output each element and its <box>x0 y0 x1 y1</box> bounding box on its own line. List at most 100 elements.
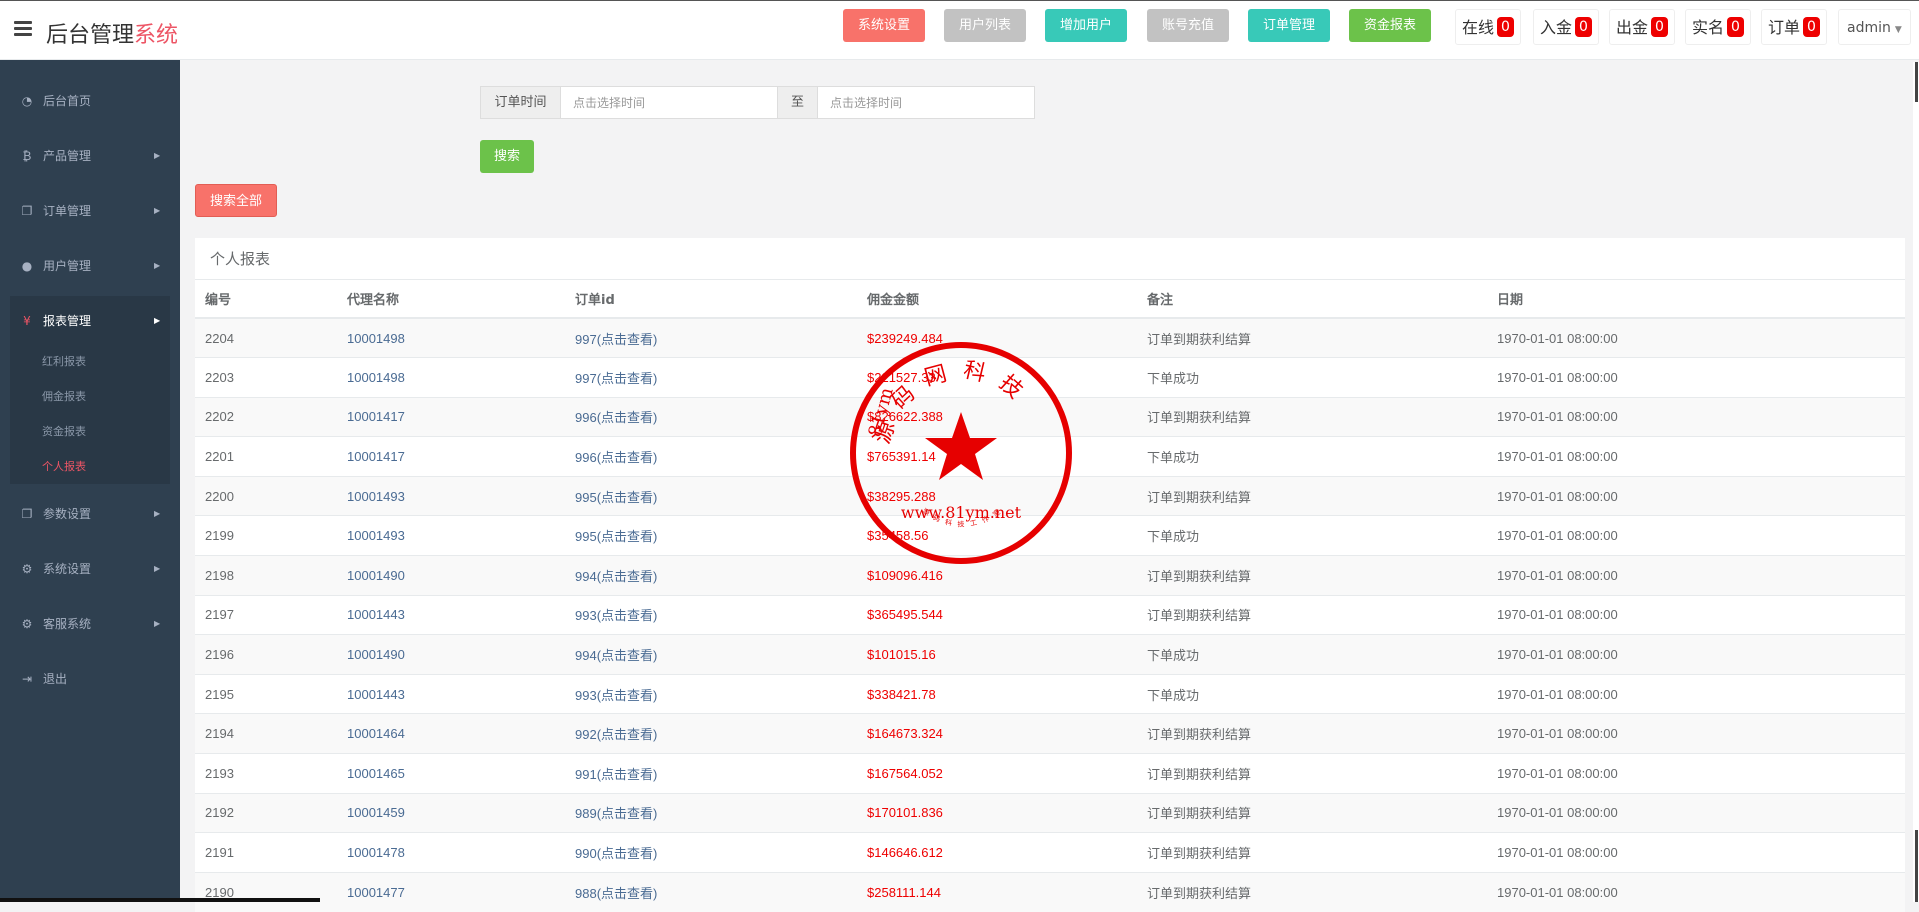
cell-order-link[interactable]: 993(点击查看) <box>565 594 857 635</box>
cell-order-link[interactable]: 990(点击查看) <box>565 832 857 873</box>
stat-label: 出金 <box>1616 18 1649 37</box>
cell-order-link[interactable]: 997(点击查看) <box>565 317 857 358</box>
stat-orders[interactable]: 订单 0 <box>1761 9 1827 45</box>
chevron-right-icon: ▶ <box>154 619 161 628</box>
cell-commission: $239249.484 <box>857 317 1137 358</box>
cell-agent: 10001498 <box>337 317 565 358</box>
cell-id: 2202 <box>195 396 337 437</box>
cell-date: 1970-01-01 08:00:00 <box>1487 436 1905 477</box>
cell-order-link[interactable]: 992(点击查看) <box>565 713 857 754</box>
end-date-input[interactable] <box>818 87 1034 118</box>
sidebar-item-home[interactable]: ◔ 后台首页 <box>0 86 180 116</box>
stat-badge: 0 <box>1575 17 1592 37</box>
cell-date: 1970-01-01 08:00:00 <box>1487 357 1905 398</box>
table-row: 2196 10001490 994(点击查看) $101015.16 下单成功 1970-… <box>195 634 1905 675</box>
sidebar-item-parameters[interactable]: ❐ 参数设置 ▶ <box>0 499 180 529</box>
sidebar-item-orders[interactable]: ❐ 订单管理 ▶ <box>0 196 180 226</box>
cell-commission: $765391.14 <box>857 436 1137 477</box>
end-date-field[interactable] <box>817 86 1035 119</box>
cell-remark: 下单成功 <box>1137 436 1487 477</box>
start-date-field[interactable] <box>560 86 778 119</box>
cell-id: 2198 <box>195 555 337 596</box>
menu-toggle-icon[interactable] <box>14 21 32 37</box>
report-table-body: 2204 10001498 997(点击查看) $239249.484 订单到期获利结算… <box>195 317 1905 912</box>
cell-commission: $109096.416 <box>857 555 1137 596</box>
stat-withdraw[interactable]: 出金 0 <box>1609 9 1675 45</box>
cell-date: 1970-01-01 08:00:00 <box>1487 475 1905 516</box>
cell-date: 1970-01-01 08:00:00 <box>1487 594 1905 635</box>
sidebar-item-customer-service[interactable]: ⚙ 客服系统 ▶ <box>0 609 180 639</box>
user-menu[interactable]: admin ▼ <box>1838 9 1911 45</box>
search-button[interactable]: 搜索 <box>480 140 534 173</box>
cell-remark: 下单成功 <box>1137 357 1487 398</box>
cell-order-link[interactable]: 994(点击查看) <box>565 555 857 596</box>
cell-remark: 订单到期获利结算 <box>1137 792 1487 833</box>
sidebar-item-users[interactable]: ● 用户管理 ▶ <box>0 251 180 281</box>
cell-order-link[interactable]: 991(点击查看) <box>565 753 857 794</box>
cell-remark: 订单到期获利结算 <box>1137 832 1487 873</box>
cell-remark: 订单到期获利结算 <box>1137 396 1487 437</box>
column-header-order-id: 订单id <box>565 280 857 319</box>
cell-order-link[interactable]: 997(点击查看) <box>565 357 857 398</box>
stat-badge: 0 <box>1803 17 1820 37</box>
cell-date: 1970-01-01 08:00:00 <box>1487 713 1905 754</box>
sidebar: ◔ 后台首页 ₿ 产品管理 ▶ ❐ 订单管理 ▶ ● 用户管理 ▶ ¥ 报表管理… <box>0 60 180 902</box>
cell-order-link[interactable]: 988(点击查看) <box>565 871 857 912</box>
cell-date: 1970-01-01 08:00:00 <box>1487 673 1905 714</box>
table-header-row: 编号 代理名称 订单id 佣金金额 备注 日期 <box>195 280 1905 319</box>
stat-online[interactable]: 在线 0 <box>1455 9 1521 45</box>
cell-date: 1970-01-01 08:00:00 <box>1487 396 1905 437</box>
sidebar-item-system-settings[interactable]: ⚙ 系统设置 ▶ <box>0 554 180 584</box>
chevron-right-icon: ▶ <box>154 261 161 270</box>
cell-agent: 10001490 <box>337 634 565 675</box>
table-row: 2194 10001464 992(点击查看) $164673.324 订单到期获利结算… <box>195 713 1905 754</box>
account-recharge-button[interactable]: 账号充值 <box>1147 9 1229 42</box>
cell-agent: 10001465 <box>337 753 565 794</box>
cell-agent: 10001464 <box>337 713 565 754</box>
cell-commission: $101015.16 <box>857 634 1137 675</box>
sidebar-item-reports[interactable]: ¥ 报表管理 ▶ <box>0 306 180 336</box>
cell-date: 1970-01-01 08:00:00 <box>1487 753 1905 794</box>
scrollbar-thumb[interactable] <box>1915 830 1918 902</box>
sidebar-item-products[interactable]: ₿ 产品管理 ▶ <box>0 141 180 171</box>
order-management-button[interactable]: 订单管理 <box>1248 9 1330 42</box>
stat-label: 入金 <box>1540 18 1573 37</box>
sidebar-subitem-dividend-report[interactable]: 红利报表 <box>42 353 86 369</box>
column-header-id: 编号 <box>195 280 337 319</box>
stat-deposit[interactable]: 入金 0 <box>1533 9 1599 45</box>
cell-commission: $164673.324 <box>857 713 1137 754</box>
cell-commission: $167564.052 <box>857 753 1137 794</box>
sidebar-subitem-personal-report[interactable]: 个人报表 <box>42 458 86 474</box>
cell-order-link[interactable]: 994(点击查看) <box>565 634 857 675</box>
page-scrollbar[interactable] <box>1913 62 1919 902</box>
cell-commission: $338421.78 <box>857 673 1137 714</box>
cell-order-link[interactable]: 993(点击查看) <box>565 673 857 714</box>
cell-date: 1970-01-01 08:00:00 <box>1487 871 1905 912</box>
start-date-input[interactable] <box>561 87 777 118</box>
cell-order-link[interactable]: 995(点击查看) <box>565 475 857 516</box>
sidebar-subitem-fund-report[interactable]: 资金报表 <box>42 423 86 439</box>
user-list-button[interactable]: 用户列表 <box>944 9 1026 42</box>
panel-title: 个人报表 <box>210 250 271 268</box>
fund-report-button[interactable]: 资金报表 <box>1349 9 1431 42</box>
sidebar-item-label: 参数设置 <box>43 507 92 521</box>
cell-order-link[interactable]: 989(点击查看) <box>565 792 857 833</box>
cell-commission: $258111.144 <box>857 871 1137 912</box>
sidebar-subitem-commission-report[interactable]: 佣金报表 <box>42 388 86 404</box>
cell-agent: 10001493 <box>337 475 565 516</box>
stat-label: 实名 <box>1692 18 1725 37</box>
cell-order-link[interactable]: 995(点击查看) <box>565 515 857 556</box>
add-user-button[interactable]: 增加用户 <box>1045 9 1127 42</box>
sidebar-item-logout[interactable]: ⇥ 退出 <box>0 664 180 694</box>
search-all-button[interactable]: 搜索全部 <box>195 184 277 217</box>
stat-label: 订单 <box>1768 18 1801 37</box>
cell-agent: 10001493 <box>337 515 565 556</box>
cell-agent: 10001459 <box>337 792 565 833</box>
cell-agent: 10001498 <box>337 357 565 398</box>
cell-agent: 10001490 <box>337 555 565 596</box>
stat-verified[interactable]: 实名 0 <box>1685 9 1751 45</box>
cell-order-link[interactable]: 996(点击查看) <box>565 436 857 477</box>
cell-order-link[interactable]: 996(点击查看) <box>565 396 857 437</box>
system-settings-button[interactable]: 系统设置 <box>843 9 925 42</box>
horizontal-scrollbar[interactable] <box>0 898 320 902</box>
